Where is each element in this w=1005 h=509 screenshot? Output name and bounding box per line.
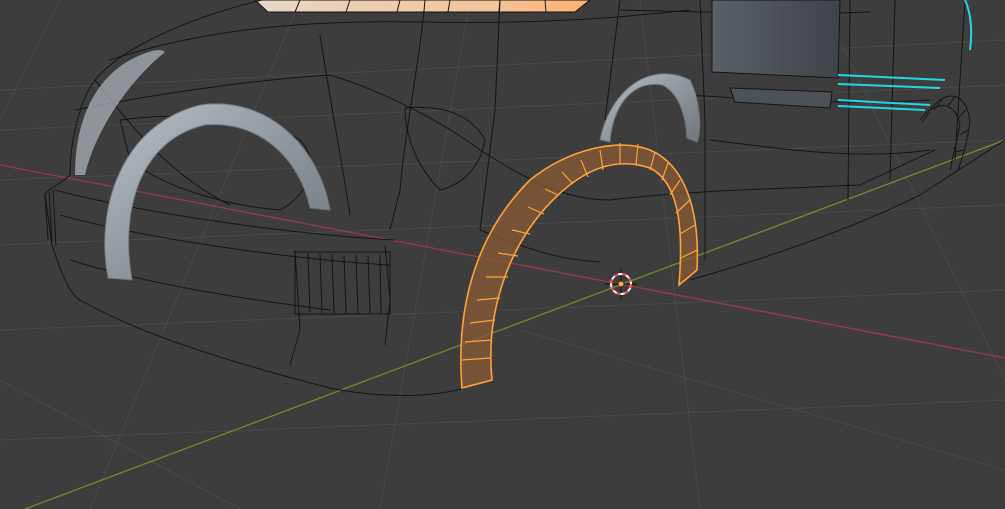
door-handle-area [729,87,833,109]
rear-wheel-arch[interactable] [460,143,699,390]
rear-wheel-arch-background [599,73,701,143]
rear-door-panel[interactable] [711,0,841,79]
hood-surface [254,0,591,13]
object-origin-icon [618,281,624,287]
viewport-canvas[interactable] [0,0,1005,509]
rear-body-arch [919,95,971,171]
3d-viewport[interactable] [0,0,1005,509]
rear-side-trim[interactable] [837,0,973,111]
